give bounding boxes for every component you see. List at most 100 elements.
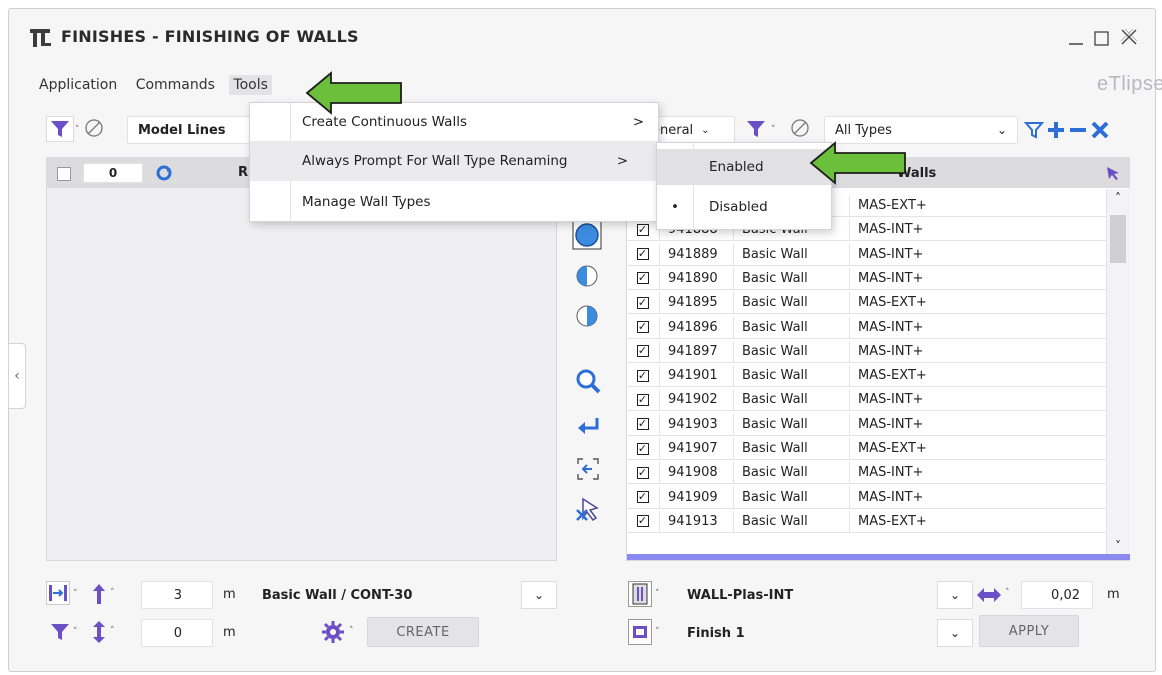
remove-icon[interactable] (1067, 119, 1089, 141)
zoom-to-icon[interactable] (574, 455, 602, 483)
table-row[interactable]: ✓ 941902 Basic Wall MAS-INT+ (626, 389, 1106, 412)
row-checkbox[interactable]: ✓ (636, 466, 649, 479)
group-select[interactable]: eneral ⌄ (647, 116, 735, 144)
row-checkbox[interactable]: ✓ (636, 296, 649, 309)
table-row[interactable]: ✓ 941909 Basic Wall MAS-INT+ (626, 486, 1106, 509)
row-checkbox[interactable]: ✓ (636, 491, 649, 504)
chevron-up-icon[interactable]: ˄ (110, 588, 115, 598)
table-row[interactable]: ✓ 941907 Basic Wall MAS-EXT+ (626, 438, 1106, 460)
finish-pattern-icon[interactable] (628, 581, 652, 607)
link-rings-icon[interactable] (789, 117, 811, 139)
finish-type-select[interactable]: WALL-Plas-INT (677, 581, 973, 609)
finish-layer-icon[interactable] (628, 619, 652, 645)
create-button[interactable]: CREATE (367, 617, 479, 647)
menu-application[interactable]: Application (39, 77, 117, 93)
chevron-down-icon[interactable]: ˅ (655, 589, 660, 599)
clear-icon[interactable] (1089, 119, 1111, 141)
table-row[interactable]: ✓ 941908 Basic Wall MAS-INT+ (626, 462, 1106, 485)
select-half-right-icon[interactable] (574, 303, 600, 329)
row-checkbox[interactable]: ✓ (636, 515, 649, 528)
close-icon[interactable] (1119, 27, 1139, 47)
chevron-up-icon[interactable]: ˄ (349, 626, 354, 636)
table-row[interactable]: ✓ 941897 Basic Wall MAS-INT+ (626, 340, 1106, 363)
chevron-down-icon[interactable]: ⌄ (937, 619, 973, 647)
row-checkbox[interactable]: ✓ (636, 272, 649, 285)
table-row[interactable]: ✓ 941890 Basic Wall MAS-INT+ (626, 267, 1106, 290)
count-field: 0 (83, 163, 143, 183)
table-row[interactable]: ✓ 941901 Basic Wall MAS-EXT+ (626, 365, 1106, 388)
chevron-down-icon[interactable]: ⌄ (937, 581, 973, 609)
menu-item-manage-wall-types[interactable]: Manage Wall Types (250, 187, 658, 217)
family-cell: Basic Wall (734, 413, 850, 435)
filter-outline-icon[interactable] (1023, 119, 1045, 141)
submenu-item-enabled[interactable]: Enabled (657, 149, 831, 185)
element-id-cell: 941909 (660, 486, 734, 508)
row-checkbox[interactable]: ✓ (636, 369, 649, 382)
offset-input[interactable]: 0 (141, 619, 213, 647)
table-scrollbar[interactable]: ˄ ˅ (1106, 189, 1130, 559)
select-all-checkbox[interactable] (57, 167, 71, 181)
table-row[interactable]: ✓ 941895 Basic Wall MAS-EXT+ (626, 292, 1106, 315)
scroll-up-icon[interactable]: ˄ (1110, 191, 1126, 207)
height-input[interactable]: 3 (141, 581, 213, 609)
select-all-icon[interactable] (571, 219, 603, 251)
wall-type-cell: MAS-EXT+ (858, 513, 927, 529)
row-checkbox[interactable]: ✓ (636, 223, 649, 236)
row-checkbox-cell: ✓ (626, 340, 660, 362)
wall-type-select[interactable]: Basic Wall / CONT-30 (252, 581, 557, 609)
chevron-down-icon[interactable]: ˅ (771, 125, 776, 135)
thickness-input[interactable]: 0,02 (1021, 581, 1093, 609)
chevron-down-icon[interactable]: ˅ (73, 589, 78, 599)
category-select[interactable]: Model Lines (127, 116, 259, 144)
scroll-thumb[interactable] (1110, 215, 1126, 263)
filter-icon[interactable] (46, 619, 74, 645)
row-checkbox[interactable]: ✓ (636, 393, 649, 406)
row-checkbox[interactable]: ✓ (636, 321, 649, 333)
cursor-remove-icon[interactable] (573, 495, 603, 525)
filter-icon[interactable] (46, 116, 74, 142)
refresh-icon[interactable] (155, 164, 173, 182)
menu-tools[interactable]: Tools (229, 75, 272, 95)
row-checkbox-cell: ✓ (626, 510, 660, 532)
cursor-select-icon[interactable] (1105, 165, 1121, 181)
chevron-down-icon[interactable]: ˅ (655, 627, 660, 637)
offset-arrow-icon (89, 619, 109, 645)
minimize-icon[interactable] (1067, 29, 1085, 47)
window-title: FINISHES - FINISHING OF WALLS (61, 27, 359, 46)
family-cell: Basic Wall (734, 365, 850, 387)
add-icon[interactable] (1045, 119, 1067, 141)
type-select[interactable]: All Types ⌄ (824, 116, 1018, 144)
finish-name-select[interactable]: Finish 1 (677, 619, 973, 647)
align-wall-icon[interactable] (46, 581, 70, 605)
link-rings-icon[interactable] (83, 117, 105, 139)
left-header-label: R (238, 165, 249, 180)
table-row[interactable]: ✓ 941896 Basic Wall MAS-INT+ (626, 316, 1106, 339)
return-arrow-icon[interactable] (574, 413, 602, 441)
row-checkbox[interactable]: ✓ (636, 345, 649, 358)
filter-icon[interactable] (742, 116, 770, 142)
row-checkbox[interactable]: ✓ (636, 442, 649, 455)
menu-commands[interactable]: Commands (136, 77, 215, 93)
row-checkbox[interactable]: ✓ (636, 418, 649, 431)
table-row[interactable]: ✓ 941889 Basic Wall MAS-INT+ (626, 243, 1106, 266)
select-half-left-icon[interactable] (574, 263, 600, 289)
chevron-down-icon[interactable]: ⌄ (521, 581, 557, 609)
scroll-down-icon[interactable]: ˅ (1110, 539, 1126, 555)
table-row[interactable]: ✓ 941913 Basic Wall MAS-EXT+ (626, 510, 1106, 533)
menu-item-always-prompt[interactable]: Always Prompt For Wall Type Renaming > (250, 141, 658, 181)
row-checkbox[interactable]: ✓ (636, 248, 649, 261)
chevron-down-icon: ⌄ (996, 123, 1007, 137)
chevron-up-icon[interactable]: ˄ (1005, 588, 1010, 598)
apply-button[interactable]: APPLY (979, 615, 1079, 647)
table-row[interactable]: ✓ 941903 Basic Wall MAS-INT+ (626, 413, 1106, 436)
chevron-down-icon[interactable]: ˅ (73, 627, 78, 637)
collapse-panel-handle[interactable]: ‹ (8, 343, 26, 409)
maximize-icon[interactable] (1093, 29, 1111, 47)
element-id-cell: 941901 (660, 365, 734, 387)
thickness-arrows-icon (975, 583, 1003, 607)
chevron-up-icon[interactable]: ˄ (110, 626, 115, 636)
gear-icon[interactable] (319, 619, 347, 645)
search-icon[interactable] (574, 367, 602, 395)
submenu-item-disabled[interactable]: • Disabled (657, 191, 831, 223)
chevron-down-icon[interactable]: ˅ (75, 125, 80, 135)
